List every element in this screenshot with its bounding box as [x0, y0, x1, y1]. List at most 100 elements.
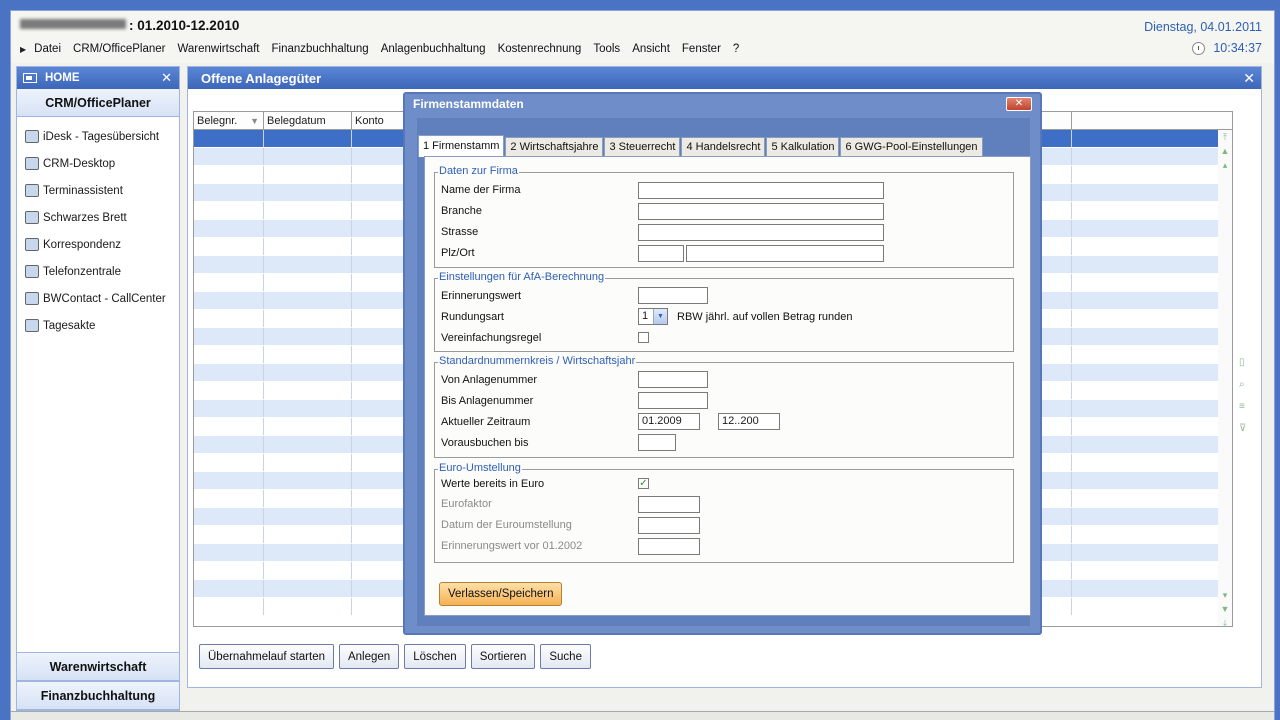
table-cell[interactable] — [194, 598, 264, 615]
table-cell[interactable] — [1072, 526, 1220, 543]
menu-anlagenbuchhaltung[interactable]: Anlagenbuchhaltung — [381, 43, 486, 55]
table-cell[interactable] — [1072, 292, 1220, 309]
table-cell[interactable] — [1072, 472, 1220, 489]
magnifier-icon[interactable]: ⌕ — [1239, 379, 1251, 391]
table-cell[interactable] — [264, 598, 352, 615]
table-cell[interactable] — [194, 490, 264, 507]
sidebar-item-tagesakte[interactable]: Tagesakte — [17, 312, 179, 339]
dialog-close-button[interactable]: ✕ — [1006, 97, 1032, 111]
column-belegnr[interactable]: Belegnr. ▼ — [194, 112, 264, 129]
menu-finanzbuchhaltung[interactable]: Finanzbuchhaltung — [272, 43, 369, 55]
table-cell[interactable] — [194, 274, 264, 291]
verlassen-speichern-button[interactable]: Verlassen/Speichern — [439, 582, 563, 606]
tab-wirtschaftsjahre[interactable]: 2 Wirtschaftsjahre — [505, 137, 604, 157]
table-cell[interactable] — [1072, 202, 1220, 219]
table-cell[interactable] — [1072, 256, 1220, 273]
ort-input[interactable] — [686, 245, 884, 262]
table-cell[interactable] — [264, 490, 352, 507]
table-cell[interactable] — [194, 328, 264, 345]
filter-icon[interactable]: ⊽ — [1239, 423, 1251, 435]
scroll-page-down-icon[interactable]: ▼ — [1220, 604, 1230, 614]
scroll-top-icon[interactable]: ⤒ — [1220, 132, 1230, 142]
bis-anlagenummer-input[interactable] — [638, 392, 708, 409]
table-cell[interactable] — [1072, 400, 1220, 417]
branche-input[interactable] — [638, 203, 884, 220]
table-cell[interactable] — [264, 418, 352, 435]
datum-euroumstellung-input[interactable] — [638, 517, 700, 534]
table-cell[interactable] — [194, 418, 264, 435]
table-cell[interactable] — [194, 220, 264, 237]
table-cell[interactable] — [194, 454, 264, 471]
table-cell[interactable] — [264, 526, 352, 543]
anlegen-button[interactable]: Anlegen — [338, 644, 400, 669]
table-cell[interactable] — [1072, 436, 1220, 453]
table-cell[interactable] — [264, 364, 352, 381]
table-cell[interactable] — [1072, 130, 1220, 147]
menu-kostenrechnung[interactable]: Kostenrechnung — [498, 43, 582, 55]
table-cell[interactable] — [1072, 544, 1220, 561]
table-cell[interactable] — [1072, 580, 1220, 597]
sidebar-item-callcenter[interactable]: BWContact - CallCenter — [17, 285, 179, 312]
table-cell[interactable] — [1072, 490, 1220, 507]
table-cell[interactable] — [194, 580, 264, 597]
sidebar-section-warenwirtschaft[interactable]: Warenwirtschaft — [17, 652, 179, 681]
uebernahmelauf-button[interactable]: Übernahmelauf starten — [199, 644, 334, 669]
sidebar-section-crm[interactable]: CRM/OfficePlaner — [17, 89, 179, 117]
menu-tools[interactable]: Tools — [593, 43, 620, 55]
table-cell[interactable] — [1072, 148, 1220, 165]
table-cell[interactable] — [1072, 238, 1220, 255]
rundungsart-select[interactable]: 1 ▼ — [638, 308, 668, 325]
table-cell[interactable] — [264, 274, 352, 291]
table-cell[interactable] — [264, 166, 352, 183]
table-cell[interactable] — [264, 580, 352, 597]
sidebar-item-schwarzes-brett[interactable]: Schwarzes Brett — [17, 204, 179, 231]
table-cell[interactable] — [1072, 310, 1220, 327]
table-cell[interactable] — [264, 184, 352, 201]
table-cell[interactable] — [194, 364, 264, 381]
table-cell[interactable] — [264, 328, 352, 345]
menu-help[interactable]: ? — [733, 43, 739, 55]
table-cell[interactable] — [1072, 274, 1220, 291]
table-cell[interactable] — [1072, 508, 1220, 525]
scroll-up-icon[interactable]: ▴ — [1220, 160, 1230, 170]
table-cell[interactable] — [194, 130, 264, 147]
erinnerungswert-vor-2002-input[interactable] — [638, 538, 700, 555]
chevron-down-icon[interactable]: ▼ — [653, 309, 667, 324]
sidebar-section-finanzbuchhaltung[interactable]: Finanzbuchhaltung — [17, 681, 179, 710]
table-cell[interactable] — [264, 472, 352, 489]
eurofaktor-input[interactable] — [638, 496, 700, 513]
menu-fenster[interactable]: Fenster — [682, 43, 721, 55]
tab-gwg-pool[interactable]: 6 GWG-Pool-Einstellungen — [840, 137, 983, 157]
table-cell[interactable] — [194, 238, 264, 255]
table-cell[interactable] — [194, 544, 264, 561]
table-cell[interactable] — [194, 202, 264, 219]
plz-input[interactable] — [638, 245, 684, 262]
table-cell[interactable] — [264, 454, 352, 471]
columns-icon[interactable]: ▯ — [1239, 357, 1251, 369]
table-cell[interactable] — [264, 310, 352, 327]
table-cell[interactable] — [264, 292, 352, 309]
sidebar-close-icon[interactable]: ✕ — [161, 70, 172, 86]
table-cell[interactable] — [264, 220, 352, 237]
table-cell[interactable] — [1072, 166, 1220, 183]
table-cell[interactable] — [264, 238, 352, 255]
table-cell[interactable] — [264, 148, 352, 165]
tab-firmenstamm[interactable]: 1 Firmenstamm — [418, 135, 505, 157]
erinnerungswert-input[interactable] — [638, 287, 708, 304]
table-cell[interactable] — [264, 256, 352, 273]
sidebar-item-crm-desktop[interactable]: CRM-Desktop — [17, 150, 179, 177]
table-cell[interactable] — [1072, 346, 1220, 363]
table-cell[interactable] — [194, 292, 264, 309]
table-cell[interactable] — [1072, 562, 1220, 579]
table-cell[interactable] — [194, 382, 264, 399]
table-cell[interactable] — [1072, 418, 1220, 435]
scroll-down-icon[interactable]: ▾ — [1220, 590, 1230, 600]
sort-icon[interactable]: ▼ — [250, 112, 259, 130]
sidebar-item-idesk[interactable]: iDesk - Tagesübersicht — [17, 123, 179, 150]
menu-crm[interactable]: CRM/OfficePlaner — [73, 43, 165, 55]
table-cell[interactable] — [194, 562, 264, 579]
table-cell[interactable] — [1072, 220, 1220, 237]
column-extra[interactable] — [1072, 112, 1220, 129]
strasse-input[interactable] — [638, 224, 884, 241]
table-cell[interactable] — [194, 472, 264, 489]
